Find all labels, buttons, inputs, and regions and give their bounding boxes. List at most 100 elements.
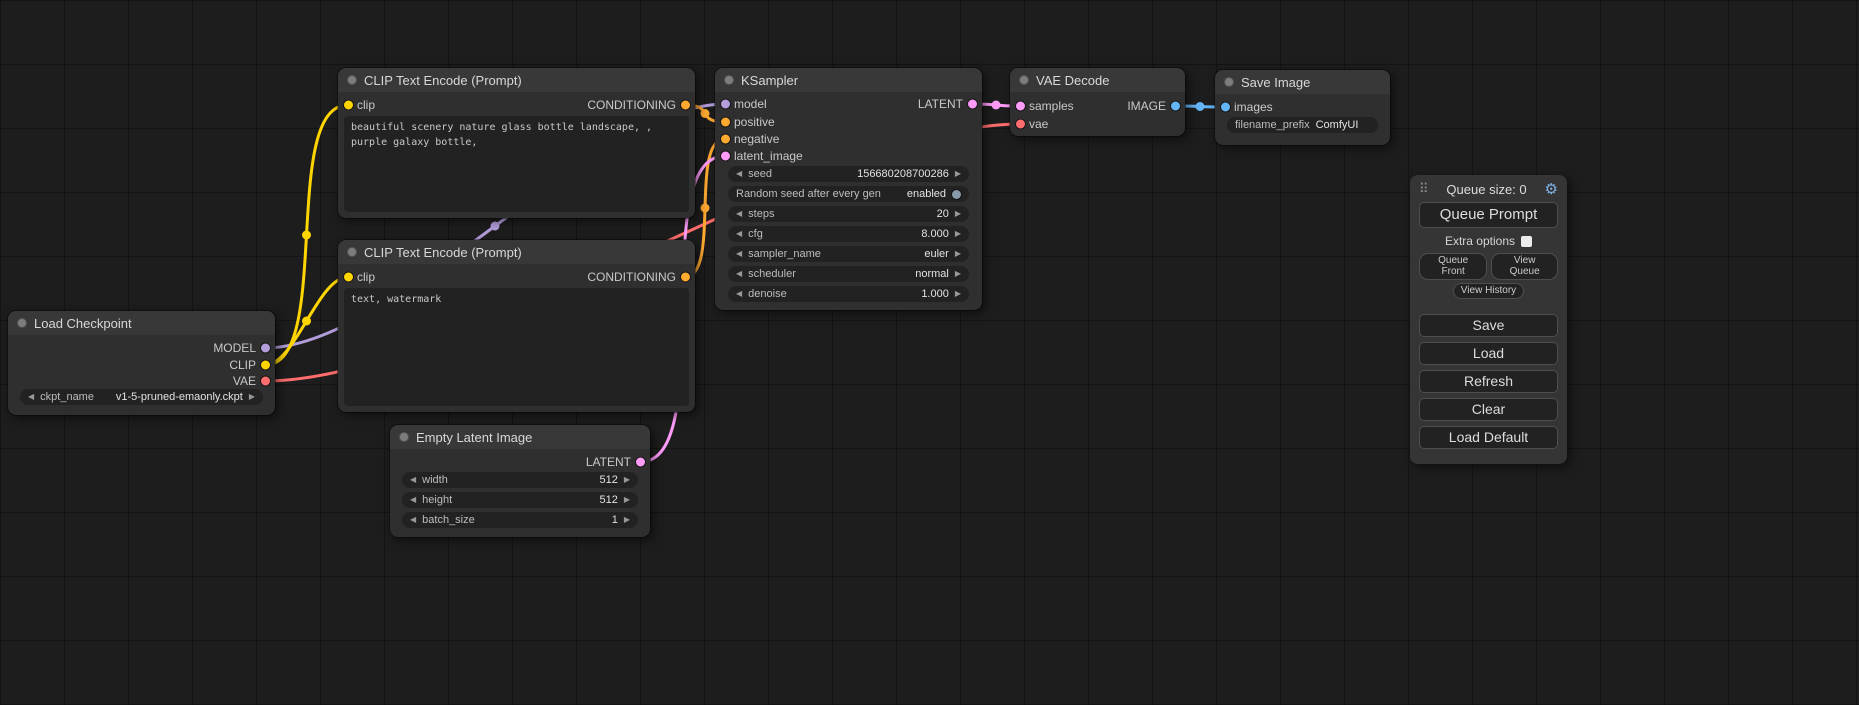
node-title-bar[interactable]: Save Image xyxy=(1215,70,1390,94)
input-dot-positive[interactable] xyxy=(721,118,730,127)
output-dot-vae[interactable] xyxy=(261,377,270,386)
node-clip-text-encode-negative[interactable]: CLIP Text Encode (Prompt) clip CONDITION… xyxy=(338,240,695,412)
node-clip-text-encode-positive[interactable]: CLIP Text Encode (Prompt) clip CONDITION… xyxy=(338,68,695,218)
arrow-left-icon[interactable]: ◀ xyxy=(736,170,742,178)
input-slot-vae[interactable]: vae xyxy=(1010,117,1048,131)
node-load-checkpoint[interactable]: Load Checkpoint MODEL CLIP VAE ◀ ckpt_na… xyxy=(8,311,275,415)
output-slot-conditioning[interactable]: CONDITIONING xyxy=(587,98,695,112)
node-ksampler[interactable]: KSampler model positive negative latent_… xyxy=(715,68,982,310)
queue-front-button[interactable]: Queue Front xyxy=(1419,253,1487,280)
output-slot-conditioning[interactable]: CONDITIONING xyxy=(587,270,695,284)
output-dot-conditioning[interactable] xyxy=(681,101,690,110)
arrow-left-icon[interactable]: ◀ xyxy=(410,496,416,504)
arrow-right-icon[interactable]: ▶ xyxy=(955,230,961,238)
load-default-button[interactable]: Load Default xyxy=(1419,426,1558,449)
widget-batch-size[interactable]: ◀ batch_size 1 ▶ xyxy=(402,512,638,528)
widget-height[interactable]: ◀ height 512 ▶ xyxy=(402,492,638,508)
input-slot-latent-image[interactable]: latent_image xyxy=(715,149,803,163)
input-dot-clip[interactable] xyxy=(344,273,353,282)
output-dot-image[interactable] xyxy=(1171,102,1180,111)
drag-handle-icon[interactable]: ⠿ xyxy=(1419,181,1429,197)
prompt-text-input[interactable]: text, watermark xyxy=(344,288,689,406)
arrow-left-icon[interactable]: ◀ xyxy=(736,270,742,278)
output-dot-latent[interactable] xyxy=(968,100,977,109)
arrow-left-icon[interactable]: ◀ xyxy=(736,210,742,218)
input-dot-samples[interactable] xyxy=(1016,102,1025,111)
input-dot-images[interactable] xyxy=(1221,103,1230,112)
output-slot-vae[interactable]: VAE xyxy=(233,374,275,388)
load-button[interactable]: Load xyxy=(1419,342,1558,365)
output-slot-clip[interactable]: CLIP xyxy=(229,358,275,372)
output-slot-image[interactable]: IMAGE xyxy=(1127,99,1185,113)
output-slot-latent[interactable]: LATENT xyxy=(586,455,650,469)
arrow-left-icon[interactable]: ◀ xyxy=(736,250,742,258)
extra-options-checkbox[interactable] xyxy=(1521,236,1532,247)
node-title-bar[interactable]: Load Checkpoint xyxy=(8,311,275,335)
arrow-right-icon[interactable]: ▶ xyxy=(955,210,961,218)
output-dot-latent[interactable] xyxy=(636,458,645,467)
widget-width[interactable]: ◀ width 512 ▶ xyxy=(402,472,638,488)
node-title-bar[interactable]: Empty Latent Image xyxy=(390,425,650,449)
input-dot-latent-image[interactable] xyxy=(721,152,730,161)
input-slot-clip[interactable]: clip xyxy=(338,270,375,284)
widget-filename-prefix[interactable]: filename_prefix ComfyUI xyxy=(1227,117,1378,133)
arrow-left-icon[interactable]: ◀ xyxy=(410,516,416,524)
prompt-text-input[interactable]: beautiful scenery nature glass bottle la… xyxy=(344,116,689,212)
input-slot-negative[interactable]: negative xyxy=(715,132,779,146)
widget-seed[interactable]: ◀ seed 156680208700286 ▶ xyxy=(728,166,969,182)
node-title-bar[interactable]: VAE Decode xyxy=(1010,68,1185,92)
widget-scheduler[interactable]: ◀ scheduler normal ▶ xyxy=(728,266,969,282)
input-slot-model[interactable]: model xyxy=(715,97,767,111)
widget-denoise[interactable]: ◀ denoise 1.000 ▶ xyxy=(728,286,969,302)
widget-sampler-name[interactable]: ◀ sampler_name euler ▶ xyxy=(728,246,969,262)
widget-ckpt-name[interactable]: ◀ ckpt_name v1-5-pruned-emaonly.ckpt ▶ xyxy=(20,389,263,405)
collapse-dot-icon[interactable] xyxy=(1224,77,1234,87)
collapse-dot-icon[interactable] xyxy=(347,75,357,85)
arrow-right-icon[interactable]: ▶ xyxy=(955,270,961,278)
refresh-button[interactable]: Refresh xyxy=(1419,370,1558,393)
arrow-left-icon[interactable]: ◀ xyxy=(736,230,742,238)
node-empty-latent-image[interactable]: Empty Latent Image LATENT ◀ width 512 ▶ … xyxy=(390,425,650,537)
output-slot-latent[interactable]: LATENT xyxy=(918,97,982,111)
widget-random-seed-toggle[interactable]: Random seed after every gen enabled xyxy=(728,186,969,202)
save-button[interactable]: Save xyxy=(1419,314,1558,337)
input-dot-clip[interactable] xyxy=(344,101,353,110)
arrow-right-icon[interactable]: ▶ xyxy=(955,170,961,178)
input-slot-positive[interactable]: positive xyxy=(715,115,775,129)
collapse-dot-icon[interactable] xyxy=(1019,75,1029,85)
arrow-right-icon[interactable]: ▶ xyxy=(624,476,630,484)
node-save-image[interactable]: Save Image images filename_prefix ComfyU… xyxy=(1215,70,1390,145)
input-dot-model[interactable] xyxy=(721,100,730,109)
toggle-on-icon[interactable] xyxy=(952,190,961,199)
arrow-right-icon[interactable]: ▶ xyxy=(624,516,630,524)
settings-gear-icon[interactable]: ⚙ xyxy=(1545,182,1558,197)
widget-cfg[interactable]: ◀ cfg 8.000 ▶ xyxy=(728,226,969,242)
collapse-dot-icon[interactable] xyxy=(17,318,27,328)
arrow-left-icon[interactable]: ◀ xyxy=(736,290,742,298)
input-slot-samples[interactable]: samples xyxy=(1010,99,1074,113)
arrow-right-icon[interactable]: ▶ xyxy=(624,496,630,504)
collapse-dot-icon[interactable] xyxy=(347,247,357,257)
arrow-left-icon[interactable]: ◀ xyxy=(410,476,416,484)
arrow-right-icon[interactable]: ▶ xyxy=(955,290,961,298)
collapse-dot-icon[interactable] xyxy=(724,75,734,85)
node-title-bar[interactable]: CLIP Text Encode (Prompt) xyxy=(338,68,695,92)
collapse-dot-icon[interactable] xyxy=(399,432,409,442)
arrow-right-icon[interactable]: ▶ xyxy=(249,393,255,401)
queue-prompt-button[interactable]: Queue Prompt xyxy=(1419,202,1558,228)
input-dot-vae[interactable] xyxy=(1016,120,1025,129)
output-slot-model[interactable]: MODEL xyxy=(213,341,275,355)
node-title-bar[interactable]: KSampler xyxy=(715,68,982,92)
output-dot-conditioning[interactable] xyxy=(681,273,690,282)
widget-steps[interactable]: ◀ steps 20 ▶ xyxy=(728,206,969,222)
view-queue-button[interactable]: View Queue xyxy=(1491,253,1558,280)
output-dot-model[interactable] xyxy=(261,344,270,353)
node-title-bar[interactable]: CLIP Text Encode (Prompt) xyxy=(338,240,695,264)
arrow-left-icon[interactable]: ◀ xyxy=(28,393,34,401)
input-dot-negative[interactable] xyxy=(721,135,730,144)
node-vae-decode[interactable]: VAE Decode samples vae IMAGE xyxy=(1010,68,1185,136)
output-dot-clip[interactable] xyxy=(261,361,270,370)
input-slot-images[interactable]: images xyxy=(1215,100,1273,114)
clear-button[interactable]: Clear xyxy=(1419,398,1558,421)
view-history-button[interactable]: View History xyxy=(1453,283,1524,299)
